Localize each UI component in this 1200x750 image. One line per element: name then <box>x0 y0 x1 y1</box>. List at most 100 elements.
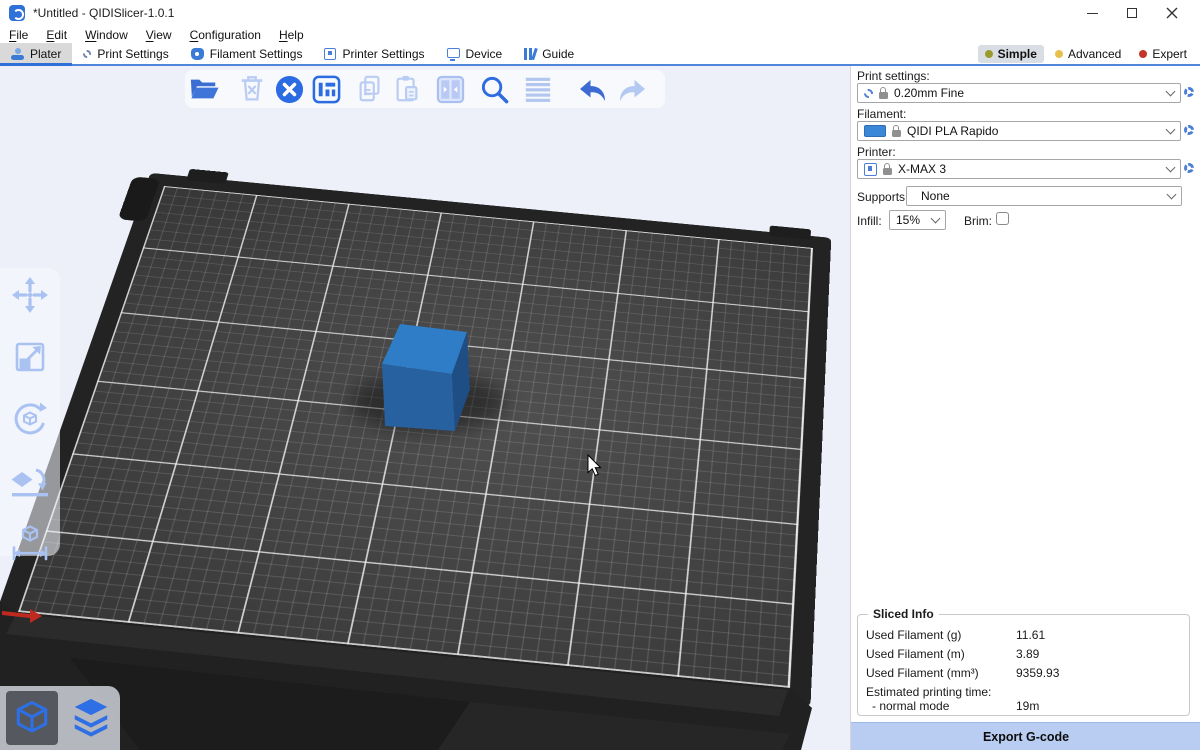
filament-dropdown[interactable]: QIDI PLA Rapido <box>857 121 1181 141</box>
paste-icon <box>392 74 422 104</box>
filament-gear-button[interactable] <box>1184 125 1194 135</box>
tab-plater[interactable]: Plater <box>0 43 72 64</box>
open-button[interactable] <box>188 73 220 105</box>
menu-file[interactable]: File <box>0 28 37 42</box>
gizmo-toolbar <box>0 268 60 556</box>
rotate-icon <box>10 399 50 439</box>
tab-bar: Plater Print Settings Filament Settings … <box>0 43 1200 66</box>
variable-layer-height-icon <box>523 74 553 104</box>
print-settings-dropdown[interactable]: 0.20mm Fine <box>857 83 1181 103</box>
place-on-face-button[interactable] <box>10 461 50 506</box>
scale-button[interactable] <box>10 337 50 382</box>
tab-printer-settings[interactable]: Printer Settings <box>313 43 435 64</box>
chevron-down-icon <box>1166 124 1176 134</box>
3d-editor-view-button[interactable] <box>6 691 58 745</box>
variable-layer-height-button[interactable] <box>522 73 554 105</box>
search-icon <box>479 74 510 105</box>
delete-all-button[interactable] <box>273 73 305 105</box>
sliced-info-row: Estimated printing time: <box>866 685 1181 699</box>
printer-gear-button[interactable] <box>1184 163 1194 173</box>
arrange-icon <box>311 74 342 105</box>
infill-label: Infill: <box>857 214 882 228</box>
search-button[interactable] <box>478 73 510 105</box>
guide-icon <box>524 48 536 60</box>
app-logo-icon <box>9 5 25 21</box>
minimize-button[interactable] <box>1072 0 1112 26</box>
menu-configuration[interactable]: Configuration <box>181 28 270 42</box>
delete-button[interactable] <box>236 73 268 105</box>
infill-dropdown[interactable]: 15% <box>889 210 946 230</box>
sliced-info-row: Used Filament (mm³) 9359.93 <box>866 666 1181 680</box>
lock-icon <box>892 130 901 137</box>
sliced-info-row: Used Filament (g) 11.61 <box>866 628 1181 642</box>
split-objects-button[interactable] <box>434 73 466 105</box>
close-icon <box>1166 7 1178 19</box>
gear-icon <box>83 50 91 58</box>
menu-help[interactable]: Help <box>270 28 313 42</box>
maximize-button[interactable] <box>1112 0 1152 26</box>
brim-label: Brim: <box>964 214 992 228</box>
menu-window[interactable]: Window <box>76 28 137 42</box>
close-button[interactable] <box>1152 0 1192 26</box>
arrange-button[interactable] <box>310 73 342 105</box>
bed-grid-surface <box>18 186 813 688</box>
delete-all-icon <box>274 74 305 105</box>
undo-button[interactable] <box>577 73 609 105</box>
app-window: *Untitled - QIDISlicer-1.0.1 File Edit W… <box>0 0 1200 750</box>
measure-button[interactable] <box>10 523 50 568</box>
supports-dropdown[interactable]: None <box>906 186 1182 206</box>
advanced-dot-icon <box>1055 50 1063 58</box>
lock-icon <box>883 168 892 175</box>
copy-button[interactable] <box>354 73 386 105</box>
tab-device[interactable]: Device <box>436 43 514 64</box>
printer-dropdown[interactable]: X-MAX 3 <box>857 159 1181 179</box>
filament-color-swatch <box>864 125 886 137</box>
tab-guide[interactable]: Guide <box>513 43 585 64</box>
window-title: *Untitled - QIDISlicer-1.0.1 <box>33 6 174 20</box>
menu-view[interactable]: View <box>137 28 181 42</box>
redo-icon <box>616 76 648 103</box>
filament-label: Filament: <box>857 107 906 121</box>
settings-panel: Print settings: 0.20mm Fine Filament: QI… <box>850 66 1200 750</box>
measure-icon <box>10 523 50 563</box>
print-settings-gear-button[interactable] <box>1184 87 1194 97</box>
mode-advanced[interactable]: Advanced <box>1048 45 1128 63</box>
mode-simple[interactable]: Simple <box>978 45 1044 63</box>
chevron-down-icon <box>931 213 941 223</box>
chevron-down-icon <box>1166 162 1176 172</box>
printer-label: Printer: <box>857 145 896 159</box>
rotate-button[interactable] <box>10 399 50 444</box>
plater-icon <box>11 48 24 60</box>
tab-print-settings[interactable]: Print Settings <box>72 43 179 64</box>
lock-icon <box>879 92 888 99</box>
gear-icon <box>864 89 873 98</box>
sliced-info-row: Used Filament (m) 3.89 <box>866 647 1181 661</box>
3d-viewport[interactable] <box>0 66 850 750</box>
sliced-info-title: Sliced Info <box>868 607 939 621</box>
split-objects-icon <box>435 74 466 105</box>
print-bed[interactable] <box>18 186 813 688</box>
title-bar: *Untitled - QIDISlicer-1.0.1 <box>0 0 1200 26</box>
preview-layers-button[interactable] <box>65 691 117 745</box>
tab-filament-settings[interactable]: Filament Settings <box>180 43 314 64</box>
export-gcode-button[interactable]: Export G-code <box>851 722 1200 750</box>
sliced-info-row: - normal mode 19m <box>866 699 1181 713</box>
open-icon <box>189 76 219 102</box>
redo-button[interactable] <box>616 73 648 105</box>
plater-toolbar <box>0 66 850 112</box>
printer-icon <box>324 48 336 60</box>
undo-icon <box>577 76 609 103</box>
scale-icon <box>10 337 50 377</box>
maximize-icon <box>1127 8 1137 18</box>
minimize-icon <box>1087 13 1098 14</box>
sliced-info-panel: Sliced Info Used Filament (g) 11.61 Used… <box>857 614 1190 716</box>
place-on-face-icon <box>10 461 50 501</box>
printer-icon <box>864 163 877 176</box>
move-button[interactable] <box>10 275 50 320</box>
brim-checkbox[interactable] <box>996 212 1009 225</box>
menu-edit[interactable]: Edit <box>37 28 76 42</box>
paste-button[interactable] <box>391 73 423 105</box>
mode-expert[interactable]: Expert <box>1132 45 1194 63</box>
delete-icon <box>237 74 267 104</box>
filament-icon <box>191 48 204 60</box>
